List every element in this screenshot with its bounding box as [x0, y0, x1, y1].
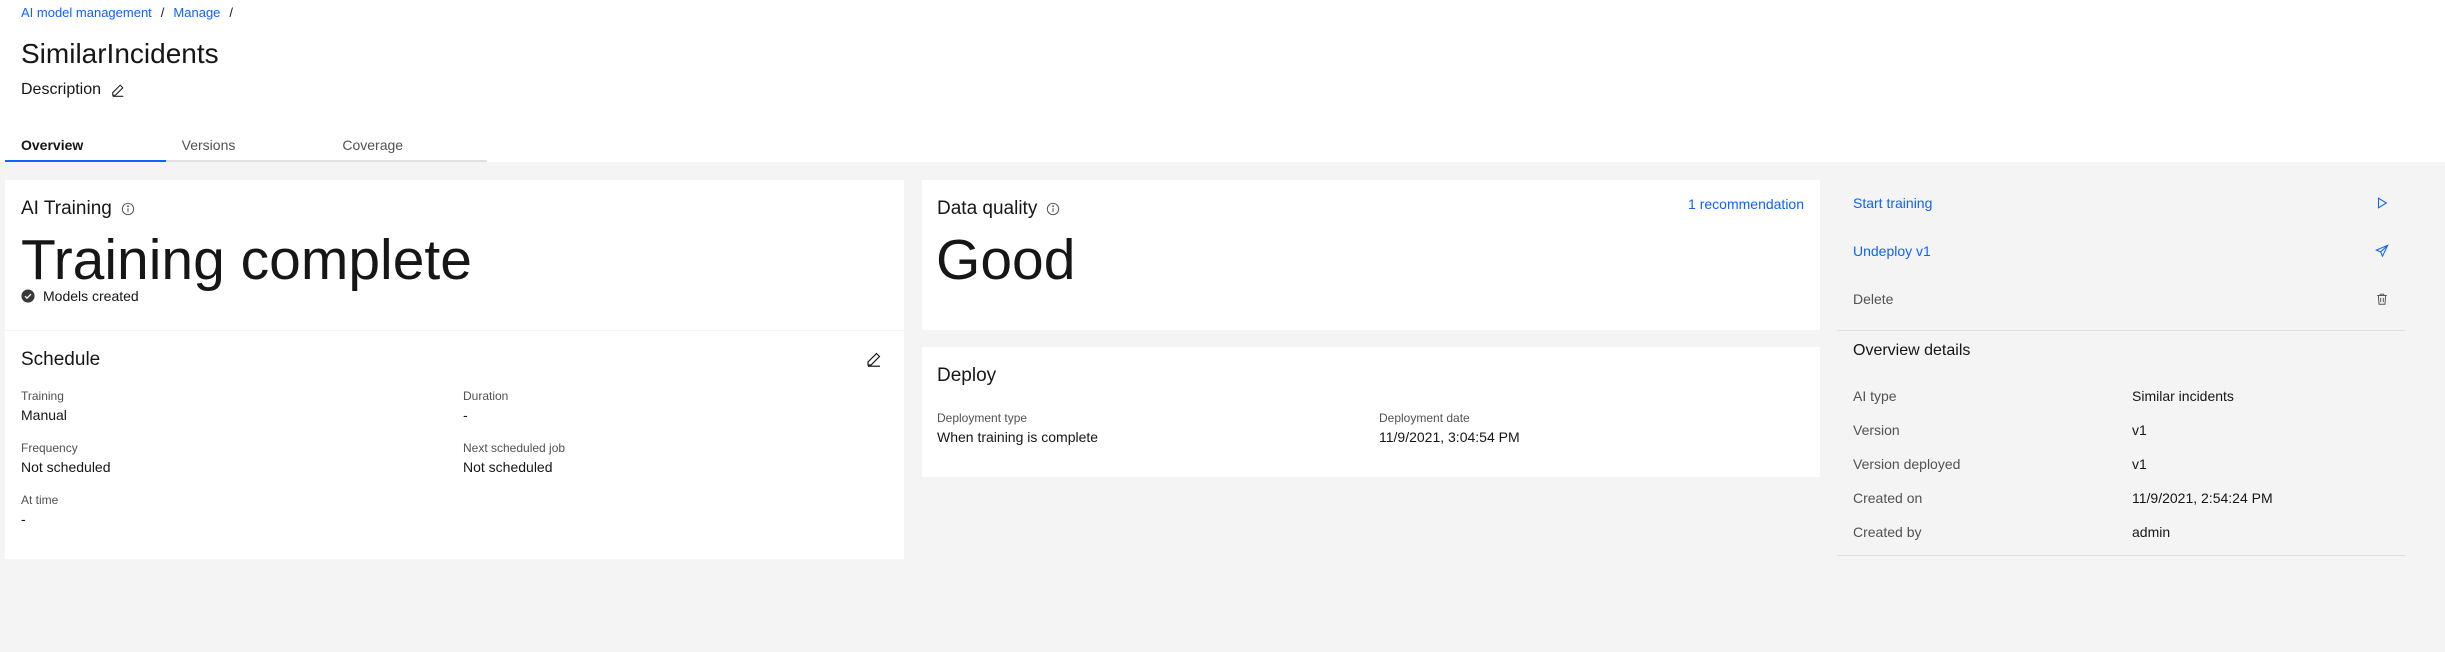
- tab-versions[interactable]: Versions: [166, 132, 327, 160]
- deploy-field-type: Deployment type When training is complet…: [937, 411, 1098, 445]
- schedule-card: Schedule Training Manual Duration - Freq…: [5, 331, 904, 559]
- recommendation-link[interactable]: 1 recommendation: [1688, 196, 1804, 212]
- detail-row-created-by: Created by admin: [1853, 524, 2393, 540]
- detail-value: v1: [2132, 422, 2147, 438]
- tab-list: Overview Versions Coverage: [5, 132, 487, 162]
- schedule-field-at-time: At time -: [21, 493, 58, 527]
- ai-training-title: AI Training: [21, 198, 112, 219]
- play-icon: [2377, 197, 2388, 209]
- action-label: Undeploy v1: [1853, 243, 1931, 259]
- field-label: Duration: [463, 389, 509, 403]
- field-value: Not scheduled: [463, 459, 553, 475]
- schedule-field-duration: Duration -: [463, 389, 508, 423]
- breadcrumb-separator: /: [160, 5, 165, 20]
- field-value: -: [21, 511, 26, 527]
- schedule-field-training: Training Manual: [21, 389, 67, 423]
- trash-icon: [2377, 293, 2387, 305]
- schedule-field-next-job: Next scheduled job Not scheduled: [463, 441, 565, 475]
- field-value: Not scheduled: [21, 459, 111, 475]
- field-label: At time: [21, 493, 59, 507]
- training-status: Training complete: [21, 228, 472, 292]
- tab-overview[interactable]: Overview: [5, 132, 166, 162]
- field-value: -: [463, 407, 468, 423]
- field-label: Next scheduled job: [463, 441, 566, 455]
- field-label: Frequency: [21, 441, 78, 455]
- ai-training-heading: AI Training: [21, 198, 135, 220]
- detail-row-created-on: Created on 11/9/2021, 2:54:24 PM: [1853, 490, 2393, 506]
- detail-label: Version deployed: [1853, 456, 1961, 472]
- info-icon[interactable]: [121, 202, 135, 216]
- detail-value: admin: [2132, 524, 2171, 540]
- delete-button[interactable]: Delete: [1853, 291, 2389, 307]
- details-bottom-divider: [1837, 555, 2405, 556]
- data-quality-heading: Data quality: [937, 198, 1060, 220]
- models-created-label: Models created: [43, 288, 139, 304]
- description-label: Description: [21, 81, 102, 98]
- start-training-button[interactable]: Start training: [1853, 195, 2389, 211]
- data-quality-card: Data quality 1 recommendation Good: [922, 180, 1820, 330]
- detail-label: Created on: [1853, 490, 1923, 506]
- deploy-title: Deploy: [937, 365, 997, 386]
- breadcrumb: AI model management / Manage /: [21, 5, 242, 20]
- field-value: Manual: [21, 407, 67, 423]
- detail-label: Version: [1853, 422, 1900, 438]
- breadcrumb-separator: /: [229, 5, 234, 20]
- detail-row-version: Version v1: [1853, 422, 2393, 438]
- action-label: Delete: [1853, 291, 1894, 307]
- edit-schedule-icon[interactable]: [866, 351, 882, 367]
- page-title: SimilarIncidents: [21, 38, 219, 69]
- field-value: 11/9/2021, 3:04:54 PM: [1379, 429, 1520, 445]
- breadcrumb-link-ai-model-management[interactable]: AI model management: [21, 5, 152, 20]
- detail-row-version-deployed: Version deployed v1: [1853, 456, 2393, 472]
- send-icon: [2375, 244, 2389, 258]
- undeploy-button[interactable]: Undeploy v1: [1853, 243, 2389, 259]
- detail-value: v1: [2132, 456, 2147, 472]
- overview-details-title: Overview details: [1853, 342, 1971, 359]
- detail-value: 11/9/2021, 2:54:24 PM: [2132, 490, 2273, 506]
- field-value: When training is complete: [937, 429, 1099, 445]
- description-row: Description: [21, 81, 125, 99]
- info-icon[interactable]: [1046, 202, 1060, 216]
- data-quality-value: Good: [936, 228, 1076, 292]
- models-created-status: Models created: [21, 288, 139, 304]
- tab-coverage[interactable]: Coverage: [326, 132, 487, 160]
- detail-value: Similar incidents: [2132, 388, 2234, 404]
- data-quality-title: Data quality: [937, 198, 1038, 219]
- panel-divider: [1837, 330, 2405, 331]
- ai-training-card: AI Training Training complete Models cre…: [5, 180, 904, 330]
- schedule-field-frequency: Frequency Not scheduled: [21, 441, 111, 475]
- action-label: Start training: [1853, 195, 1933, 211]
- page-header: AI model management / Manage / SimilarIn…: [0, 0, 2445, 162]
- detail-row-ai-type: AI type Similar incidents: [1853, 388, 2393, 404]
- deploy-field-date: Deployment date 11/9/2021, 3:04:54 PM: [1379, 411, 1520, 445]
- detail-label: AI type: [1853, 388, 1897, 404]
- breadcrumb-link-manage[interactable]: Manage: [173, 5, 220, 20]
- field-label: Deployment type: [937, 411, 1028, 425]
- schedule-title: Schedule: [21, 349, 101, 370]
- edit-description-icon[interactable]: [111, 83, 125, 97]
- detail-label: Created by: [1853, 524, 1922, 540]
- field-label: Deployment date: [1379, 411, 1470, 425]
- checkmark-filled-icon: [21, 289, 35, 303]
- deploy-card: Deploy Deployment type When training is …: [922, 347, 1820, 477]
- field-label: Training: [21, 389, 64, 403]
